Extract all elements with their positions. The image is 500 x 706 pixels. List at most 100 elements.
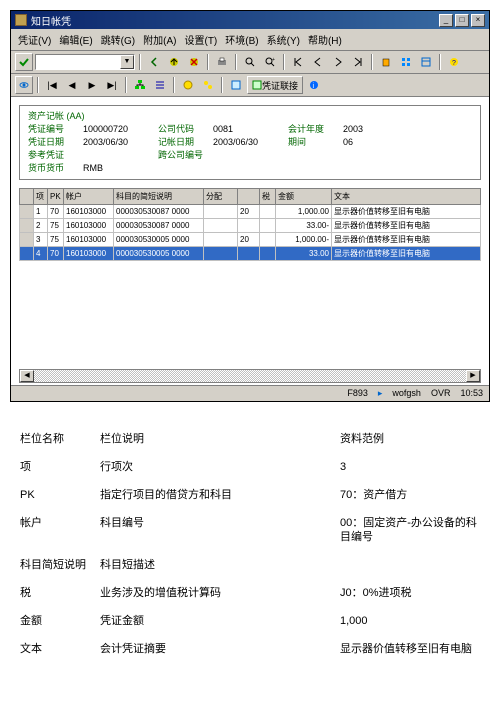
prev-page-icon[interactable] bbox=[309, 53, 327, 71]
cell-text: 显示器价值转移至旧有电脑 bbox=[332, 247, 481, 261]
cell-pk: 75 bbox=[48, 219, 64, 233]
list-icon[interactable] bbox=[151, 76, 169, 94]
doc-row: 金额 凭证金额 1,000 bbox=[20, 614, 480, 628]
row-selector[interactable] bbox=[20, 247, 34, 261]
command-dropdown[interactable]: ▼ bbox=[35, 54, 135, 70]
nav-prev-icon[interactable]: ◀ bbox=[63, 76, 81, 94]
back-icon[interactable] bbox=[145, 53, 163, 71]
nav-next-icon[interactable]: ▶ bbox=[83, 76, 101, 94]
col-account[interactable]: 帐户 bbox=[64, 189, 114, 205]
currency-icon[interactable] bbox=[179, 76, 197, 94]
maximize-button[interactable]: □ bbox=[455, 14, 469, 27]
doc-field-desc: 会计凭证摘要 bbox=[100, 642, 340, 656]
row-selector[interactable] bbox=[20, 233, 34, 247]
print-icon[interactable] bbox=[213, 53, 231, 71]
scroll-right-icon[interactable]: ▶ bbox=[466, 370, 480, 382]
doc-field-example: J0：0%进项税 bbox=[340, 586, 480, 600]
menu-goto[interactable]: 跳转(G) bbox=[98, 31, 138, 48]
nav-last-icon[interactable]: ▶| bbox=[103, 76, 121, 94]
col-desc[interactable]: 科目的简短说明 bbox=[114, 189, 204, 205]
layout-icon[interactable] bbox=[417, 53, 435, 71]
col-tax[interactable]: 税 bbox=[260, 189, 276, 205]
cell-assign bbox=[204, 205, 238, 219]
close-button[interactable]: × bbox=[471, 14, 485, 27]
cell-amount: 1,000.00- bbox=[276, 233, 332, 247]
table-row[interactable]: 1 70 160103000 000030530087 0000 20 1,00… bbox=[20, 205, 481, 219]
col-select[interactable] bbox=[20, 189, 34, 205]
minimize-button[interactable]: _ bbox=[439, 14, 453, 27]
menu-voucher[interactable]: 凭证(V) bbox=[15, 31, 54, 48]
cell-pk: 70 bbox=[48, 205, 64, 219]
header-row: 凭证日期2003/06/30 记帐日期2003/06/30 期间06 bbox=[28, 136, 472, 149]
doc-field-desc: 行项次 bbox=[100, 460, 340, 474]
menu-settings[interactable]: 设置(T) bbox=[181, 31, 220, 48]
first-page-icon[interactable] bbox=[289, 53, 307, 71]
table-row[interactable]: 2 75 160103000 000030530087 0000 33.00- … bbox=[20, 219, 481, 233]
doc-field-desc: 科目短描述 bbox=[100, 558, 340, 572]
up-icon[interactable] bbox=[165, 53, 183, 71]
doc-col-desc: 栏位说明 bbox=[100, 432, 340, 446]
col-text[interactable]: 文本 bbox=[332, 189, 481, 205]
menu-environment[interactable]: 环境(B) bbox=[222, 31, 261, 48]
help-icon[interactable]: ? bbox=[445, 53, 463, 71]
exit-icon[interactable] bbox=[185, 53, 203, 71]
col-amount[interactable]: 金额 bbox=[276, 189, 332, 205]
scroll-left-icon[interactable]: ◀ bbox=[20, 370, 34, 382]
cell-account: 160103000 bbox=[64, 247, 114, 261]
col-assign[interactable]: 分配 bbox=[204, 189, 238, 205]
find-icon[interactable] bbox=[241, 53, 259, 71]
header-row: 凭证编号100000720 公司代码0081 会计年度2003 bbox=[28, 123, 472, 136]
doc-col-name: 栏位名称 bbox=[20, 432, 100, 446]
app-icon bbox=[15, 14, 27, 26]
overview-icon[interactable] bbox=[397, 53, 415, 71]
cell-desc: 000030530005 0000 bbox=[114, 247, 204, 261]
doc-date-label: 凭证日期 bbox=[28, 136, 83, 149]
row-selector[interactable] bbox=[20, 205, 34, 219]
header-icon[interactable] bbox=[227, 76, 245, 94]
scroll-track[interactable] bbox=[34, 370, 466, 382]
cell-desc: 000030530005 0000 bbox=[114, 233, 204, 247]
cell-pk: 75 bbox=[48, 233, 64, 247]
doc-row: 项 行项次 3 bbox=[20, 460, 480, 474]
cell-tax bbox=[260, 233, 276, 247]
menu-help[interactable]: 帮助(H) bbox=[305, 31, 345, 48]
menu-edit[interactable]: 编辑(E) bbox=[56, 31, 95, 48]
table-row[interactable]: 4 70 160103000 000030530005 0000 33.00 显… bbox=[20, 247, 481, 261]
currency-value: RMB bbox=[83, 162, 158, 175]
check-icon[interactable] bbox=[15, 53, 33, 71]
horizontal-scrollbar[interactable]: ◀ ▶ bbox=[19, 369, 481, 383]
menu-extras[interactable]: 附加(A) bbox=[140, 31, 179, 48]
menu-system[interactable]: 系统(Y) bbox=[264, 31, 303, 48]
last-page-icon[interactable] bbox=[349, 53, 367, 71]
table-row[interactable]: 3 75 160103000 000030530005 0000 20 1,00… bbox=[20, 233, 481, 247]
doc-col-example: 资料范例 bbox=[340, 432, 480, 446]
col-item[interactable]: 项 bbox=[34, 189, 48, 205]
cell-text: 显示器价值转移至旧有电脑 bbox=[332, 205, 481, 219]
row-selector[interactable] bbox=[20, 219, 34, 233]
cell-item: 2 bbox=[34, 219, 48, 233]
cell-account: 160103000 bbox=[64, 205, 114, 219]
doc-field-desc: 指定行项目的借贷方和科目 bbox=[100, 488, 340, 502]
nav-first-icon[interactable]: |◀ bbox=[43, 76, 61, 94]
link-button[interactable]: 凭证联接 bbox=[247, 76, 303, 94]
status-program: F893 bbox=[347, 388, 368, 399]
header-panel: 资产记帐 (AA) 凭证编号100000720 公司代码0081 会计年度200… bbox=[19, 105, 481, 180]
next-page-icon[interactable] bbox=[329, 53, 347, 71]
cell-blank: 20 bbox=[238, 233, 260, 247]
section-title: 资产记帐 (AA) bbox=[28, 110, 472, 123]
info-icon[interactable]: i bbox=[305, 76, 323, 94]
doc-field-example: 00：固定资产-办公设备的科目编号 bbox=[340, 516, 480, 544]
col-pk[interactable]: PK bbox=[48, 189, 64, 205]
doc-field-example: 3 bbox=[340, 460, 480, 474]
cell-pk: 70 bbox=[48, 247, 64, 261]
col-blank[interactable] bbox=[238, 189, 260, 205]
display-icon[interactable] bbox=[15, 76, 33, 94]
find-next-icon[interactable]: + bbox=[261, 53, 279, 71]
tree-icon[interactable] bbox=[131, 76, 149, 94]
paste-icon[interactable] bbox=[377, 53, 395, 71]
doc-row: 帐户 科目编号 00：固定资产-办公设备的科目编号 bbox=[20, 516, 480, 544]
ref-doc-value bbox=[83, 149, 158, 162]
company-code-label: 公司代码 bbox=[158, 123, 213, 136]
tax-icon[interactable] bbox=[199, 76, 217, 94]
dropdown-arrow-icon[interactable]: ▼ bbox=[120, 55, 134, 69]
